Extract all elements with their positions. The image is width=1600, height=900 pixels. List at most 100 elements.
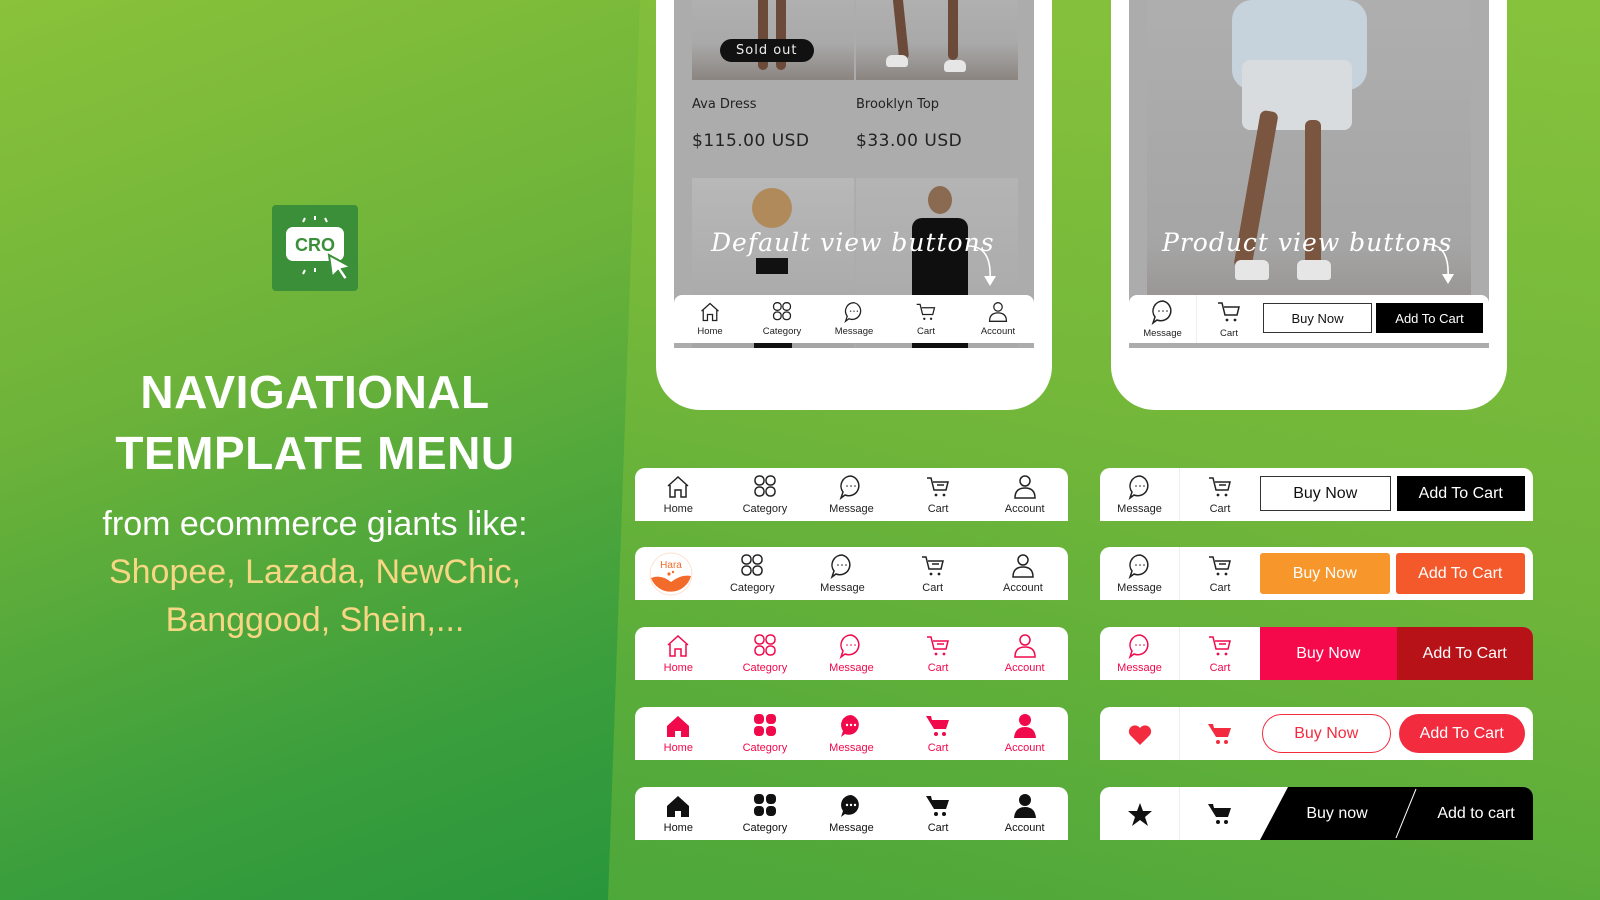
cart-icon (916, 303, 936, 320)
nav-item-home[interactable]: Home (635, 787, 722, 840)
nav-label: Category (729, 582, 775, 594)
buy-now-button[interactable]: Buy Now (1263, 303, 1372, 333)
nav-label: Cart (927, 742, 949, 754)
product-name[interactable]: Ava Dress (692, 97, 757, 112)
nav-label: Message (829, 662, 874, 674)
nav-item-account[interactable]: Account (981, 627, 1068, 680)
nav-label: Message (820, 582, 865, 594)
action-cart[interactable]: Cart (1197, 295, 1261, 343)
category-icon (741, 554, 764, 576)
nav-item-home[interactable]: Home (635, 627, 722, 680)
nav-item-home[interactable]: Home (674, 295, 746, 343)
nav-item-account[interactable]: Account (981, 787, 1068, 840)
cart-icon (1209, 636, 1231, 656)
action-label: Cart (1220, 328, 1238, 339)
action-star[interactable] (1100, 787, 1180, 840)
account-icon (1013, 794, 1036, 818)
action-message[interactable]: Message (1100, 547, 1180, 600)
action-label: Cart (1209, 503, 1231, 515)
nav-item-category[interactable]: Category (707, 547, 797, 600)
nav-item-account[interactable]: Account (981, 707, 1068, 760)
add-to-cart-button[interactable]: Add To Cart (1396, 627, 1533, 680)
home-icon (701, 302, 719, 322)
action-message[interactable]: Message (1100, 627, 1180, 680)
action-heart[interactable] (1100, 707, 1180, 760)
nav-item-message[interactable]: Message (808, 707, 895, 760)
nav-item-home[interactable]: Home (635, 707, 722, 760)
nav-template-outline-black: Home Category Message Cart Account (635, 468, 1068, 521)
action-message[interactable]: Message (1100, 468, 1180, 521)
nav-item-message[interactable]: Message (818, 295, 890, 343)
action-template-2: Message Cart Buy Now Add To Cart (1100, 547, 1533, 600)
nav-item-cart[interactable]: Cart (895, 627, 982, 680)
nav-item-home[interactable]: Home (635, 468, 722, 521)
buy-now-button[interactable]: Buy now (1280, 787, 1394, 840)
product-image-main[interactable] (1147, 0, 1471, 340)
add-to-cart-button[interactable]: Add To Cart (1398, 714, 1525, 753)
nav-label: Category (762, 326, 802, 337)
nav-label: Cart (927, 822, 949, 834)
nav-item-cart[interactable]: Cart (895, 787, 982, 840)
nav-item-account[interactable]: Account (978, 547, 1068, 600)
nav-item-cart[interactable]: Cart (888, 547, 978, 600)
action-template-5: Buy now Add to cart (1100, 787, 1533, 840)
nav-item-account[interactable]: Account (981, 468, 1068, 521)
annotation-arrow-icon (967, 245, 996, 286)
svg-text:Hara: Hara (660, 560, 682, 571)
buy-now-button[interactable]: Buy Now (1260, 476, 1391, 511)
add-to-cart-button[interactable]: Add To Cart (1395, 553, 1525, 594)
home-icon (667, 796, 690, 817)
add-to-cart-button[interactable]: Add To Cart (1396, 476, 1525, 511)
action-cart[interactable]: Cart (1180, 547, 1260, 600)
action-cart[interactable]: Cart (1180, 627, 1260, 680)
action-cart[interactable] (1180, 787, 1260, 840)
action-cart[interactable]: Cart (1180, 468, 1260, 521)
product-price: $33.00 USD (856, 131, 963, 151)
nav-item-message[interactable]: Message (808, 627, 895, 680)
cart-icon (1208, 803, 1231, 824)
nav-label: Home (663, 662, 693, 674)
product-image-brooklyn-top[interactable] (856, 0, 1018, 80)
nav-item-cart[interactable]: Cart (895, 707, 982, 760)
nav-label: Home (663, 503, 693, 515)
nav-item-cart[interactable]: Cart (895, 468, 982, 521)
home-icon (667, 475, 689, 498)
nav-item-message[interactable]: Message (797, 547, 887, 600)
nav-item-account[interactable]: Account (962, 295, 1034, 343)
annotation-arrow-icon (1425, 243, 1454, 284)
action-message[interactable]: Message (1129, 295, 1197, 343)
brand-list: Shopee, Lazada, NewChic, Banggood, Shein… (40, 548, 590, 644)
nav-template-filled-red: Home Category Message Cart Account (635, 707, 1068, 760)
nav-label: Cart (927, 662, 949, 674)
nav-item-category[interactable]: Category (722, 707, 809, 760)
nav-item-message[interactable]: Message (808, 787, 895, 840)
account-icon (988, 302, 1008, 322)
nav-item-cart[interactable]: Cart (890, 295, 962, 343)
cart-icon (926, 796, 950, 816)
nav-item-category[interactable]: Category (722, 627, 809, 680)
cart-icon (926, 716, 950, 736)
product-name[interactable]: Brooklyn Top (856, 97, 939, 112)
nav-item-category[interactable]: Category (722, 787, 809, 840)
cart-icon (927, 477, 950, 497)
slash-divider (1395, 788, 1417, 839)
cart-icon (1218, 302, 1240, 322)
action-buttons: Buy now Add to cart (1260, 787, 1533, 840)
message-icon (841, 715, 860, 737)
cro-logo: CRO (272, 205, 358, 291)
message-icon (1151, 300, 1172, 325)
hara-logo[interactable]: Hara (635, 547, 707, 600)
account-icon (1013, 475, 1036, 499)
nav-item-message[interactable]: Message (808, 468, 895, 521)
buy-now-button[interactable]: Buy Now (1262, 714, 1391, 753)
buy-now-button[interactable]: Buy Now (1260, 553, 1390, 594)
add-to-cart-button[interactable]: Add To Cart (1376, 303, 1483, 333)
nav-label: Cart (922, 582, 944, 594)
nav-item-category[interactable]: Category (722, 468, 809, 521)
nav-label: Message (834, 326, 874, 337)
action-cart[interactable] (1180, 707, 1260, 760)
nav-item-category[interactable]: Category (746, 295, 818, 343)
add-to-cart-button[interactable]: Add to cart (1418, 787, 1533, 840)
buy-now-button[interactable]: Buy Now (1260, 627, 1397, 680)
nav-label: Cart (927, 503, 949, 515)
